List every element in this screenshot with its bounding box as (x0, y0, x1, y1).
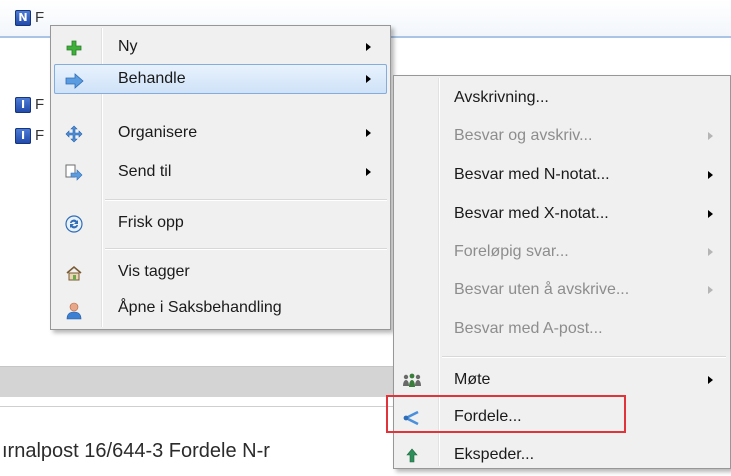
menu-item-label: Behandle (118, 70, 186, 87)
fordele-highlight-outline (386, 395, 626, 433)
submenu-arrow-icon (708, 210, 713, 218)
menu-item-label: Ekspeder... (454, 446, 535, 463)
menu-item-label: Organisere (118, 124, 198, 141)
submenu-arrow-icon (708, 286, 713, 294)
meeting-people-icon (402, 371, 421, 389)
i-document-icon: I (15, 97, 31, 113)
journal-post-title: ırnalpost 16/644-3 Fordele N-r (2, 440, 270, 462)
menu-item-label: Åpne i Saksbehandling (118, 299, 282, 316)
submenu-arrow-icon (366, 75, 371, 83)
menu-item-label: Foreløpig svar... (454, 243, 569, 260)
menu-item-vis-tagger[interactable]: Vis tagger (54, 257, 387, 287)
menu-item-label: Send til (118, 163, 172, 180)
i-document-icon: I (15, 128, 31, 144)
refresh-icon (65, 214, 83, 233)
menu-item-frisk-opp[interactable]: Frisk opp (54, 208, 387, 238)
submenu-arrow-icon (708, 248, 713, 256)
submenu-item-forelopig-svar[interactable]: Foreløpig svar... (396, 237, 726, 267)
menu-item-label: Ny (118, 38, 138, 55)
menu-item-label: Besvar uten å avskrive... (454, 281, 630, 298)
menu-item-label: Besvar og avskriv... (454, 127, 593, 144)
send-to-icon (65, 163, 83, 181)
menu-item-apne-i-saksbehandling[interactable]: Åpne i Saksbehandling (54, 295, 387, 325)
menu-item-label: Vis tagger (118, 263, 190, 280)
menu-separator (105, 199, 387, 200)
menu-separator (442, 356, 726, 357)
submenu-item-mote[interactable]: Møte (396, 365, 726, 395)
menu-item-label: Avskrivning... (454, 89, 549, 106)
menu-item-behandle[interactable]: Behandle (54, 64, 387, 94)
forward-arrow-icon (65, 71, 84, 89)
submenu-item-besvar-uten-a-avskrive[interactable]: Besvar uten å avskrive... (396, 275, 726, 305)
person-icon (65, 301, 83, 320)
menu-item-label: Besvar med X-notat... (454, 205, 609, 222)
n-document-icon: N (15, 10, 31, 26)
plus-icon (65, 38, 83, 56)
submenu-arrow-icon (366, 129, 371, 137)
menu-item-label: Besvar med N-notat... (454, 166, 610, 183)
tags-house-icon (65, 263, 83, 281)
dispatch-icon (403, 446, 421, 464)
menu-item-label: Møte (454, 371, 491, 388)
submenu-arrow-icon (708, 376, 713, 384)
submenu-item-ekspeder[interactable]: Ekspeder... (396, 440, 726, 470)
context-menu: Ny Behandle Organisere Send til Frisk op… (50, 25, 391, 330)
menu-item-organisere[interactable]: Organisere (54, 118, 387, 148)
row-letter: F (35, 96, 45, 113)
submenu-item-besvar-med-x-notat[interactable]: Besvar med X-notat... (396, 199, 726, 229)
gray-splitter-bar[interactable] (0, 366, 395, 397)
submenu-item-besvar-med-n-notat[interactable]: Besvar med N-notat... (396, 160, 726, 190)
submenu-item-besvar-med-a-post[interactable]: Besvar med A-post... (396, 314, 726, 344)
menu-item-label: Besvar med A-post... (454, 320, 603, 337)
menu-item-label: Frisk opp (118, 214, 184, 231)
submenu-item-besvar-og-avskriv[interactable]: Besvar og avskriv... (396, 121, 726, 151)
submenu-item-avskrivning[interactable]: Avskrivning... (396, 83, 726, 113)
menu-item-ny[interactable]: Ny (54, 32, 387, 62)
menu-separator (105, 248, 387, 249)
submenu-arrow-icon (708, 171, 713, 179)
submenu-arrow-icon (366, 168, 371, 176)
divider (0, 406, 395, 407)
move-arrows-icon (65, 124, 83, 143)
header-letter: F (35, 9, 45, 26)
submenu-arrow-icon (366, 43, 371, 51)
menu-item-send-til[interactable]: Send til (54, 157, 387, 187)
submenu-arrow-icon (708, 132, 713, 140)
row-letter: F (35, 127, 45, 144)
